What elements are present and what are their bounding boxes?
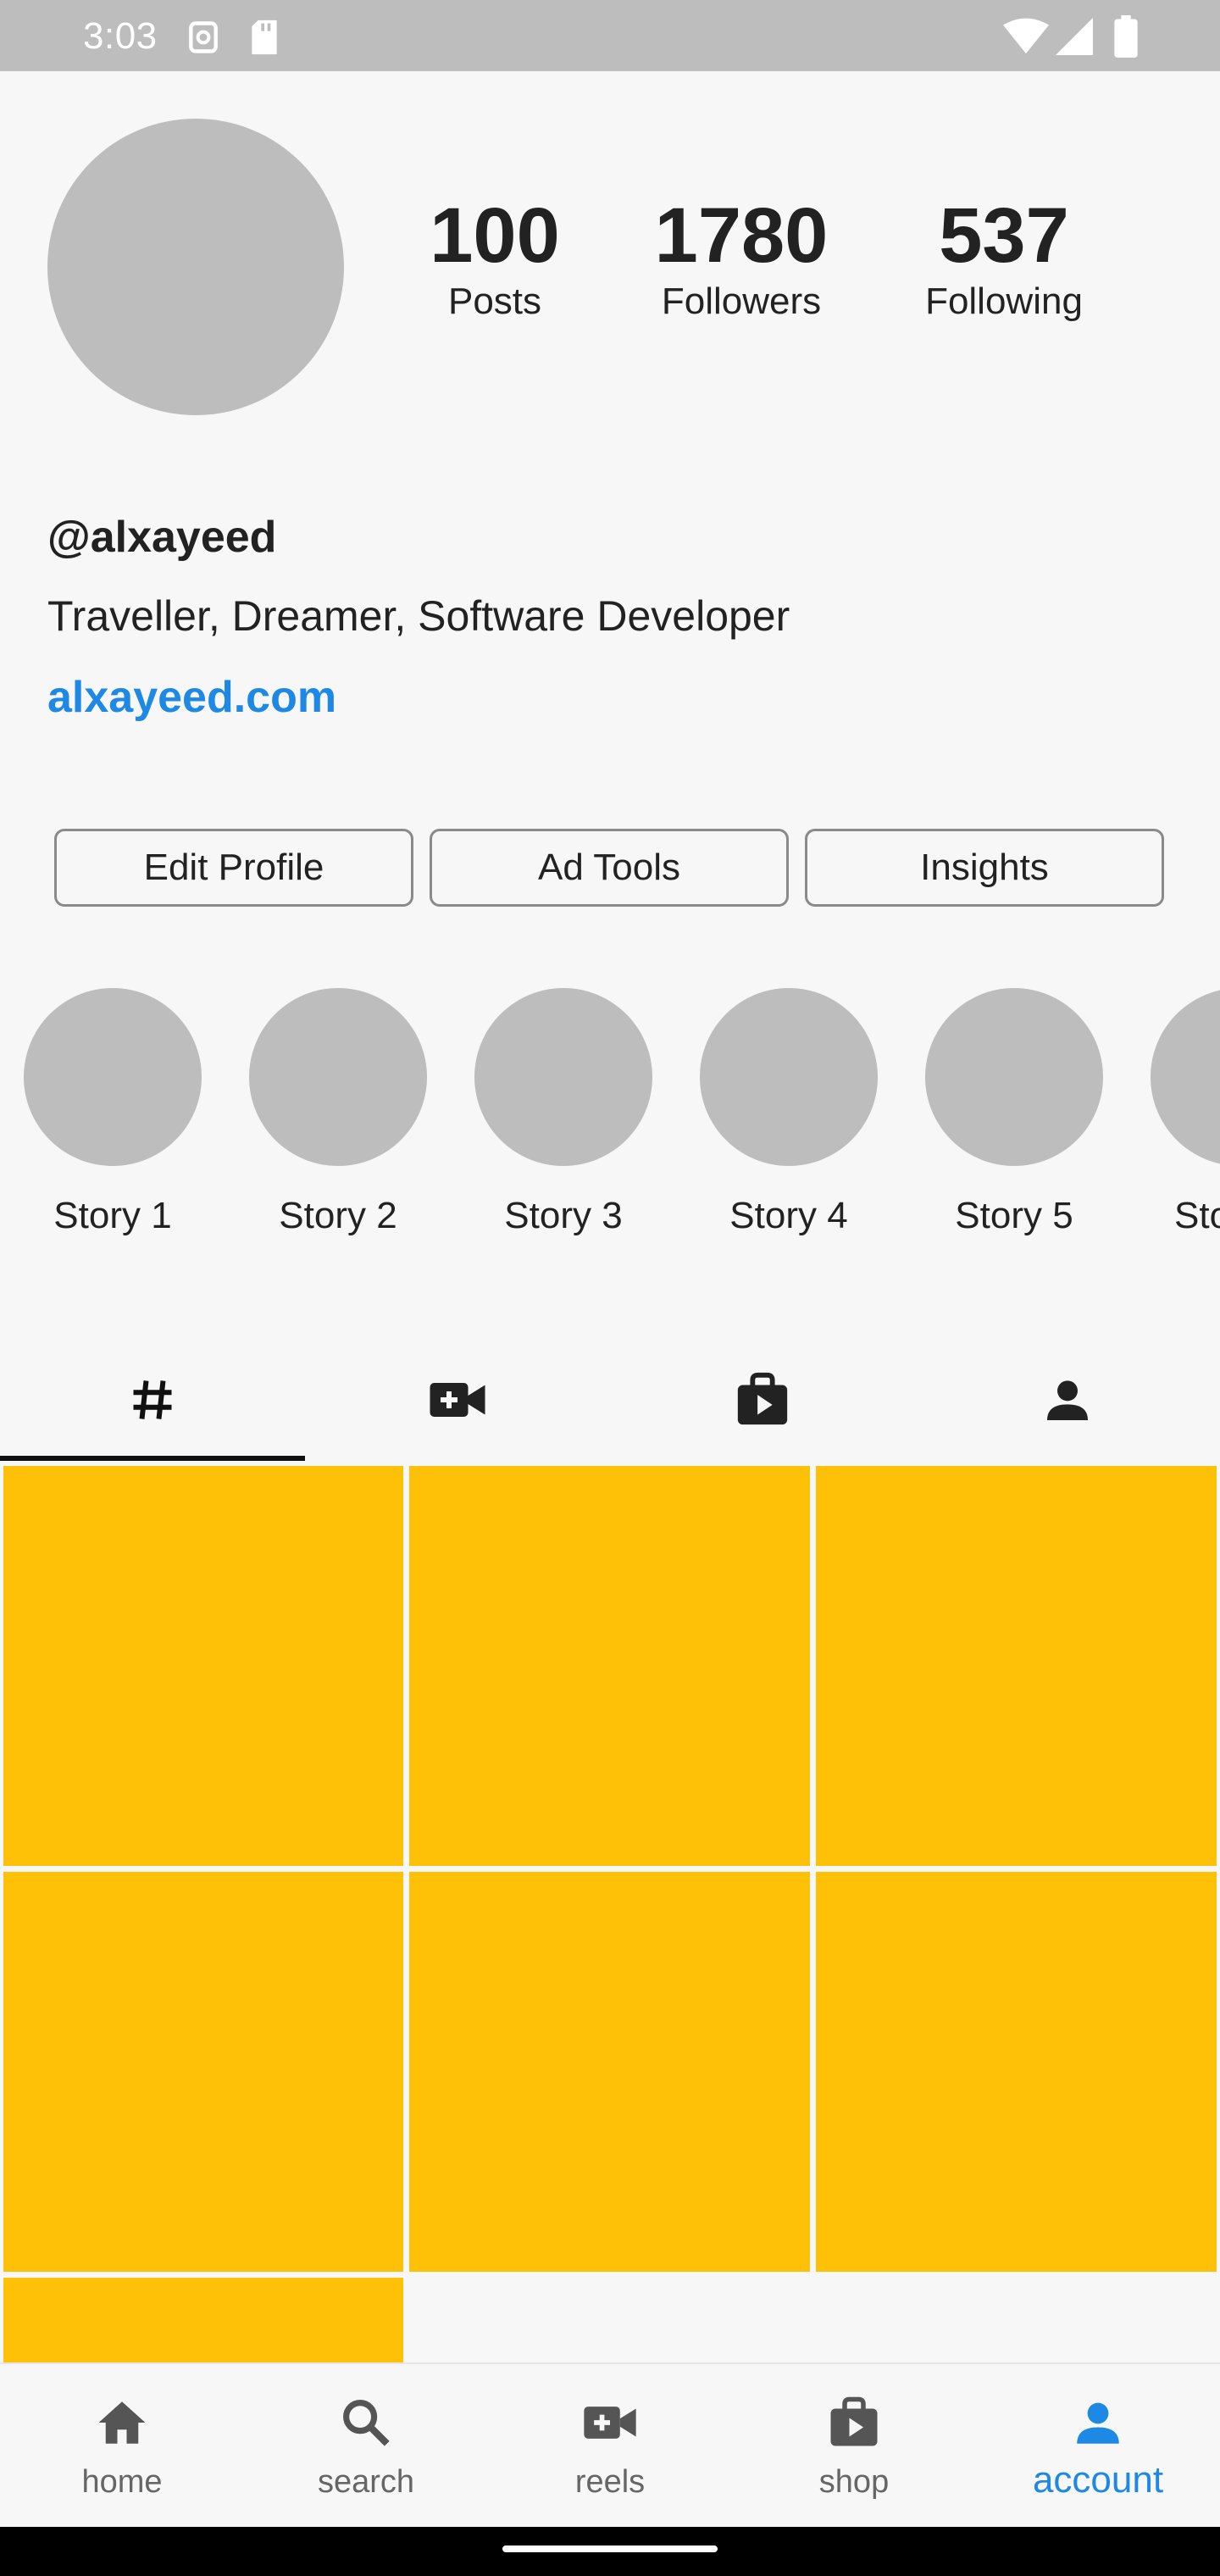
tab-shop[interactable] xyxy=(610,1342,915,1461)
story-item[interactable]: Story 5 xyxy=(925,988,1103,1237)
post-thumbnail[interactable] xyxy=(816,1466,1217,1866)
search-icon xyxy=(338,2395,394,2455)
shop-play-icon xyxy=(733,1370,792,1434)
story-label: Story 5 xyxy=(955,1195,1073,1236)
story-item[interactable]: Story 4 xyxy=(700,988,878,1237)
tab-videos[interactable] xyxy=(305,1342,610,1461)
person-tag-icon xyxy=(1040,1373,1095,1431)
nav-home-label: home xyxy=(81,2464,163,2500)
post-thumbnail[interactable] xyxy=(409,1872,810,2272)
story-thumbnail xyxy=(474,988,652,1166)
nav-reels[interactable]: reels xyxy=(488,2364,732,2529)
home-gesture-handle[interactable] xyxy=(502,2545,718,2552)
tab-posts-grid[interactable] xyxy=(0,1342,305,1461)
story-thumbnail xyxy=(1151,988,1220,1166)
post-thumbnail[interactable] xyxy=(3,2278,403,2362)
story-label: Story 1 xyxy=(53,1195,172,1236)
posts-stat[interactable]: 100 Posts xyxy=(410,193,580,325)
sd-card-icon xyxy=(247,19,281,60)
status-bar: 3:03 xyxy=(0,0,1220,71)
grid-hashtag-icon xyxy=(127,1374,178,1430)
following-label: Following xyxy=(925,280,1083,322)
nav-search[interactable]: search xyxy=(244,2364,488,2529)
nav-search-label: search xyxy=(317,2464,415,2500)
sim-settings-icon xyxy=(185,19,222,60)
nav-shop[interactable]: shop xyxy=(732,2364,976,2529)
edit-profile-button[interactable]: Edit Profile xyxy=(54,829,413,907)
post-thumbnail[interactable] xyxy=(816,1872,1217,2272)
followers-stat[interactable]: 1780 Followers xyxy=(635,193,847,325)
battery-icon xyxy=(1113,15,1139,62)
nav-home[interactable]: home xyxy=(0,2364,244,2529)
status-time: 3:03 xyxy=(83,15,158,57)
tab-tagged[interactable] xyxy=(915,1342,1220,1461)
nav-account-label: account xyxy=(1032,2459,1164,2501)
insights-button[interactable]: Insights xyxy=(805,829,1164,907)
nav-reels-label: reels xyxy=(574,2464,646,2500)
reels-icon xyxy=(582,2395,638,2455)
story-item[interactable]: Story 6 xyxy=(1151,988,1220,1237)
following-count: 537 xyxy=(939,192,1069,279)
video-add-icon xyxy=(428,1374,487,1430)
followers-label: Followers xyxy=(661,280,822,322)
ad-tools-button[interactable]: Ad Tools xyxy=(430,829,789,907)
nav-account[interactable]: account xyxy=(976,2364,1220,2529)
shop-icon xyxy=(826,2395,882,2455)
nav-shop-label: shop xyxy=(818,2464,890,2500)
active-tab-indicator xyxy=(0,1456,305,1461)
gesture-bar xyxy=(0,2527,1220,2576)
signal-icon xyxy=(1056,17,1093,60)
story-item[interactable]: Story 1 xyxy=(24,988,202,1237)
profile-username: @alxayeed xyxy=(47,513,277,562)
post-thumbnail[interactable] xyxy=(3,1466,403,1866)
home-icon xyxy=(94,2395,150,2455)
followers-count: 1780 xyxy=(654,192,829,279)
story-thumbnail xyxy=(24,988,202,1166)
post-thumbnail[interactable] xyxy=(3,1872,403,2272)
account-icon xyxy=(1070,2395,1126,2455)
following-stat[interactable]: 537 Following xyxy=(894,193,1114,325)
profile-bio: Traveller, Dreamer, Software Developer xyxy=(47,592,790,640)
story-label: Story 4 xyxy=(729,1195,848,1236)
post-thumbnail[interactable] xyxy=(409,1466,810,1866)
story-thumbnail xyxy=(925,988,1103,1166)
story-thumbnail xyxy=(249,988,427,1166)
story-label: Story 6 xyxy=(1174,1195,1220,1236)
story-thumbnail xyxy=(700,988,878,1166)
story-label: Story 2 xyxy=(279,1195,397,1236)
posts-count: 100 xyxy=(430,192,560,279)
story-item[interactable]: Story 2 xyxy=(249,988,427,1237)
wifi-icon xyxy=(1003,17,1049,60)
profile-avatar[interactable] xyxy=(47,119,344,415)
profile-website-link[interactable]: alxayeed.com xyxy=(47,672,336,723)
story-item[interactable]: Story 3 xyxy=(474,988,652,1237)
story-label: Story 3 xyxy=(504,1195,623,1236)
posts-label: Posts xyxy=(447,280,542,322)
bottom-navigation: home search reels shop account xyxy=(0,2362,1220,2529)
